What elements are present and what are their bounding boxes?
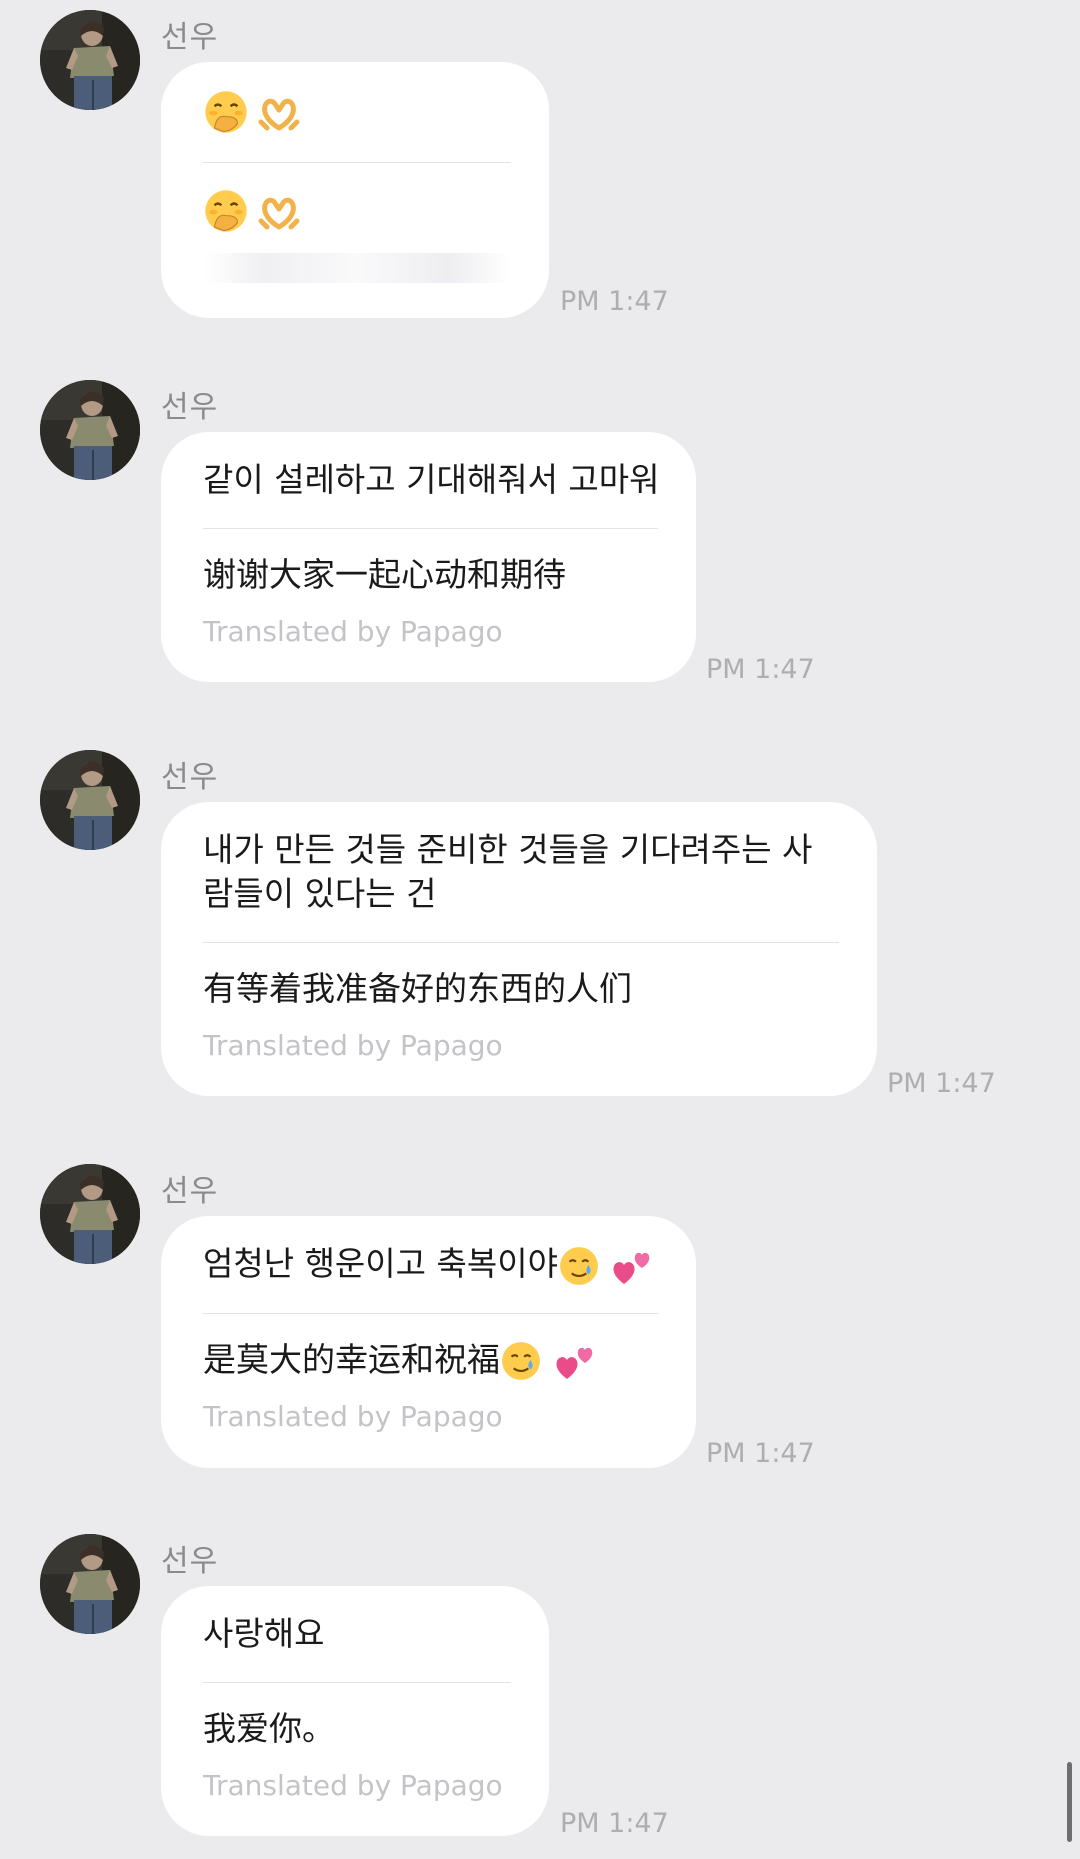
translated-line: 是莫大的幸运和祝福: [203, 1338, 658, 1383]
translated-text: 谢谢大家一起心动和期待: [203, 555, 566, 594]
original-text: 내가 만든 것들 준비한 것들을 기다려주는 사람들이 있다는 건: [203, 830, 813, 913]
timestamp: PM 1:47: [560, 286, 669, 317]
original-text: 같이 설레하고 기대해줘서 고마워: [203, 460, 660, 499]
translation-credit: Translated by Papago: [203, 1769, 503, 1802]
original-text: 사랑해요: [203, 1614, 325, 1653]
scrollbar[interactable]: [1067, 1762, 1072, 1842]
timestamp: PM 1:47: [706, 1438, 815, 1469]
sender-name: 선우: [161, 760, 219, 795]
face-with-hand-over-mouth-icon: [203, 89, 249, 135]
heart-hands-icon: [257, 191, 301, 231]
translated-emojis: [203, 187, 511, 235]
translation-divider: [203, 162, 511, 163]
translation-credit: Translated by Papago: [203, 1029, 503, 1062]
original-line: 엄청난 행운이고 축복이야: [203, 1242, 658, 1287]
avatar-photo: [40, 10, 140, 110]
avatar-photo: [40, 1164, 140, 1264]
original-text: 엄청난 행운이고 축복이야: [203, 1244, 558, 1283]
timestamp: PM 1:47: [560, 1808, 669, 1839]
message-bubble[interactable]: [161, 62, 549, 318]
translated-text: 我爱你。: [203, 1709, 335, 1748]
message-bubble[interactable]: 엄청난 행운이고 축복이야 是莫大的幸运和祝福 Translated by Pa…: [161, 1216, 696, 1468]
original-emojis: [203, 88, 511, 136]
avatar-photo: [40, 750, 140, 850]
timestamp: PM 1:47: [887, 1068, 996, 1099]
chat-thread: 선우 PM 1:47 선우 같이 설레하고 기대해줘서 고마워 谢谢大家一起心动…: [0, 0, 1080, 1859]
sender-name: 선우: [161, 1544, 219, 1579]
translation-divider: [203, 1312, 658, 1314]
sender-name: 선우: [161, 1174, 219, 1209]
translated-text: 是莫大的幸运和祝福: [203, 1339, 500, 1379]
message-bubble[interactable]: 내가 만든 것들 준비한 것들을 기다려주는 사람들이 있다는 건 有等着我准备…: [161, 802, 877, 1096]
message-bubble[interactable]: 사랑해요 我爱你。 Translated by Papago: [161, 1586, 549, 1836]
avatar[interactable]: [40, 1534, 140, 1634]
translation-credit: Translated by Papago: [203, 615, 503, 648]
avatar-photo: [40, 1534, 140, 1634]
timestamp: PM 1:47: [706, 654, 815, 685]
translation-divider: [203, 1682, 511, 1683]
two-hearts-icon: [610, 1246, 654, 1286]
avatar[interactable]: [40, 1164, 140, 1264]
avatar[interactable]: [40, 380, 140, 480]
heart-hands-icon: [257, 92, 301, 132]
obscured-translation-credit: [203, 253, 511, 283]
translation-divider: [203, 528, 658, 529]
translation-divider: [203, 942, 839, 943]
message-bubble[interactable]: 같이 설레하고 기대해줘서 고마워 谢谢大家一起心动和期待 Translated…: [161, 432, 696, 682]
two-hearts-icon: [553, 1341, 597, 1381]
avatar-photo: [40, 380, 140, 480]
translation-credit: Translated by Papago: [203, 1400, 503, 1433]
smiling-face-with-tear-icon: [558, 1245, 600, 1287]
translated-text: 有等着我准备好的东西的人们: [203, 969, 632, 1008]
sender-name: 선우: [161, 390, 219, 425]
sender-name: 선우: [161, 20, 219, 55]
avatar[interactable]: [40, 10, 140, 110]
avatar[interactable]: [40, 750, 140, 850]
face-with-hand-over-mouth-icon: [203, 188, 249, 234]
smiling-face-with-tear-icon: [500, 1340, 542, 1382]
